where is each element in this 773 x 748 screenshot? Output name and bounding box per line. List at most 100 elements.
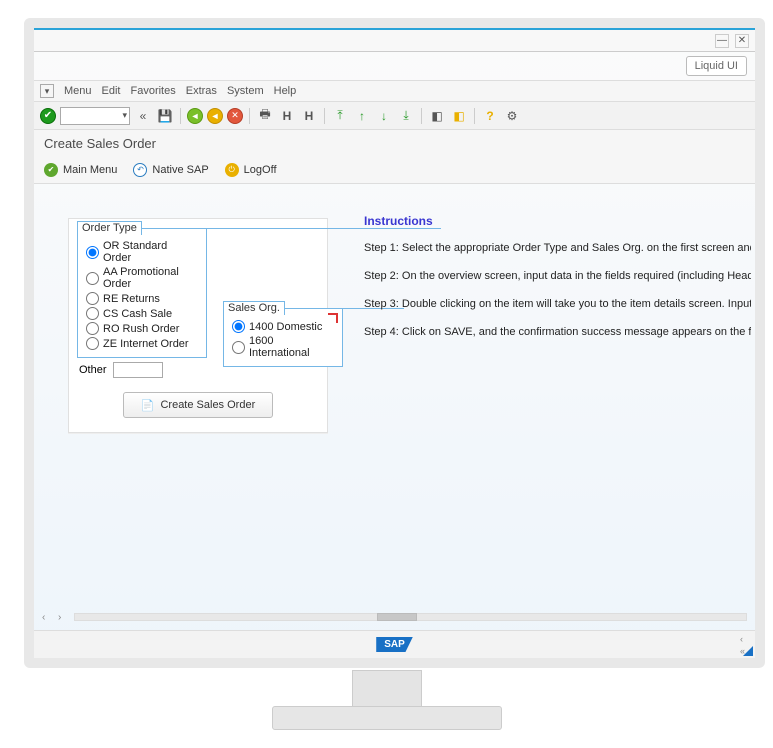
radio-label: 1400 Domestic [249, 321, 322, 333]
page-title: Create Sales Order [34, 130, 755, 156]
new-session-icon[interactable]: ◧ [428, 107, 446, 125]
radio-label: OR Standard Order [103, 240, 198, 264]
scroll-thumb[interactable] [377, 613, 417, 621]
radio-label: CS Cash Sale [103, 308, 172, 320]
monitor-frame: — ✕ Liquid UI ▾ Menu Edit Favorites Extr… [24, 18, 765, 668]
order-type-option[interactable]: ZE Internet Order [86, 336, 198, 351]
close-button[interactable]: ✕ [735, 34, 749, 48]
radio-input[interactable] [86, 307, 99, 320]
instructions-heading: Instructions [364, 214, 751, 228]
radio-label: RO Rush Order [103, 323, 179, 335]
window-titlebar: — ✕ [34, 28, 755, 52]
radio-input[interactable] [86, 272, 99, 285]
history-back-icon[interactable]: « [134, 107, 152, 125]
find-icon[interactable]: H [278, 107, 296, 125]
enter-icon[interactable]: ✔ [40, 108, 56, 124]
menu-favorites[interactable]: Favorites [131, 85, 176, 97]
separator [474, 108, 475, 124]
print-icon[interactable]: 🖶 [256, 107, 274, 125]
radio-input[interactable] [86, 246, 99, 259]
menu-menu[interactable]: Menu [64, 85, 92, 97]
document-icon: 📄 [141, 399, 155, 412]
instruction-step: Step 2: On the overview screen, input da… [364, 270, 751, 282]
logoff-label: LogOff [244, 164, 277, 176]
instruction-step: Step 3: Double clicking on the item will… [364, 298, 751, 310]
create-sales-order-button[interactable]: 📄 Create Sales Order [123, 392, 273, 418]
liquid-ui-button[interactable]: Liquid UI [686, 56, 747, 76]
menu-collapse-icon[interactable]: ▾ [40, 84, 54, 98]
separator [421, 108, 422, 124]
toolbar: ✔ ▾ « 💾 ◄ ◄ ✕ 🖶 H H ⤒ ↑ ↓ ⤓ ◧ ◧ ? ⚙ [34, 102, 755, 130]
monitor-stand [272, 670, 502, 740]
menubar: ▾ Menu Edit Favorites Extras System Help [34, 80, 755, 102]
last-page-icon[interactable]: ⤓ [397, 107, 415, 125]
settings-icon[interactable]: ⚙ [503, 107, 521, 125]
separator [249, 108, 250, 124]
other-label: Other [79, 364, 107, 376]
radio-label: AA Promotional Order [103, 266, 198, 290]
create-button-label: Create Sales Order [160, 399, 255, 411]
scroll-left-icon[interactable]: ‹ [42, 612, 54, 623]
undo-icon: ↶ [133, 163, 147, 177]
sap-logo: SAP [376, 637, 413, 652]
order-type-option[interactable]: OR Standard Order [86, 239, 198, 265]
order-panel: Order Type OR Standard Order AA Promotio… [68, 218, 328, 433]
save-icon[interactable]: 💾 [156, 107, 174, 125]
sub-toolbar: ✔ Main Menu ↶ Native SAP ⏻ LogOff [34, 156, 755, 184]
sales-org-legend: Sales Org. [223, 301, 285, 315]
exit-icon[interactable]: ◄ [207, 108, 223, 124]
order-type-option[interactable]: AA Promotional Order [86, 265, 198, 291]
logoff-button[interactable]: ⏻ LogOff [225, 163, 277, 177]
native-sap-label: Native SAP [152, 164, 208, 176]
minimize-button[interactable]: — [715, 34, 729, 48]
radio-input[interactable] [86, 292, 99, 305]
order-type-option[interactable]: RO Rush Order [86, 321, 198, 336]
radio-label: 1600 International [249, 335, 334, 359]
resize-corner-icon[interactable] [743, 646, 753, 656]
horizontal-scrollbar[interactable]: ‹ › [42, 610, 747, 624]
instruction-step: Step 1: Select the appropriate Order Typ… [364, 242, 751, 254]
shortcut-icon[interactable]: ◧ [450, 107, 468, 125]
status-bar: SAP ‹« [34, 630, 755, 658]
radio-input[interactable] [232, 341, 245, 354]
radio-label: ZE Internet Order [103, 338, 189, 350]
instruction-step: Step 4: Click on SAVE, and the confirmat… [364, 326, 751, 338]
sales-org-option[interactable]: 1600 International [232, 334, 334, 360]
command-field[interactable]: ▾ [60, 107, 130, 125]
cancel-icon[interactable]: ✕ [227, 108, 243, 124]
radio-input[interactable] [232, 320, 245, 333]
sales-org-group: Sales Org. 1400 Domestic 1600 Internatio… [223, 309, 343, 367]
instructions-panel: Instructions Step 1: Select the appropri… [364, 214, 751, 354]
brand-row: Liquid UI [34, 52, 755, 80]
prev-page-icon[interactable]: ↑ [353, 107, 371, 125]
menu-edit[interactable]: Edit [102, 85, 121, 97]
main-menu-label: Main Menu [63, 164, 117, 176]
help-icon[interactable]: ? [481, 107, 499, 125]
native-sap-button[interactable]: ↶ Native SAP [133, 163, 208, 177]
order-type-option[interactable]: RE Returns [86, 291, 198, 306]
radio-input[interactable] [86, 322, 99, 335]
other-input[interactable] [113, 362, 163, 378]
scroll-track[interactable] [74, 613, 747, 621]
radio-label: RE Returns [103, 293, 160, 305]
find-next-icon[interactable]: H [300, 107, 318, 125]
chevron-down-icon: ▾ [122, 110, 127, 121]
order-type-legend: Order Type [77, 221, 142, 235]
required-icon [328, 313, 338, 323]
back-icon[interactable]: ◄ [187, 108, 203, 124]
order-type-group: Order Type OR Standard Order AA Promotio… [77, 229, 207, 358]
menu-system[interactable]: System [227, 85, 264, 97]
main-menu-button[interactable]: ✔ Main Menu [44, 163, 117, 177]
check-icon: ✔ [44, 163, 58, 177]
first-page-icon[interactable]: ⤒ [331, 107, 349, 125]
menu-extras[interactable]: Extras [186, 85, 217, 97]
sales-org-option[interactable]: 1400 Domestic [232, 319, 334, 334]
menu-help[interactable]: Help [274, 85, 297, 97]
radio-input[interactable] [86, 337, 99, 350]
separator [324, 108, 325, 124]
separator [180, 108, 181, 124]
next-page-icon[interactable]: ↓ [375, 107, 393, 125]
scroll-right-icon[interactable]: › [58, 612, 70, 623]
power-icon: ⏻ [225, 163, 239, 177]
order-type-option[interactable]: CS Cash Sale [86, 306, 198, 321]
